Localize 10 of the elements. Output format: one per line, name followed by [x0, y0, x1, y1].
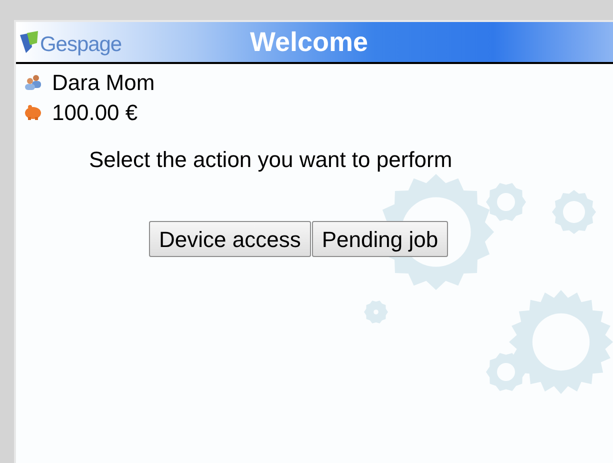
users-icon: [24, 74, 42, 90]
account-balance: 100.00 €: [52, 98, 138, 126]
instruction-text: Select the action you want to perform: [89, 146, 454, 174]
logo-text: Gespage: [40, 34, 122, 55]
action-button[interactable]: Pending job: [312, 221, 448, 257]
page-title: Welcome: [250, 28, 368, 56]
action-button[interactable]: Device access: [149, 221, 311, 257]
logo-icon: [18, 29, 40, 55]
user-name: Dara Mom: [52, 68, 155, 96]
piggy-bank-icon: [24, 104, 42, 120]
